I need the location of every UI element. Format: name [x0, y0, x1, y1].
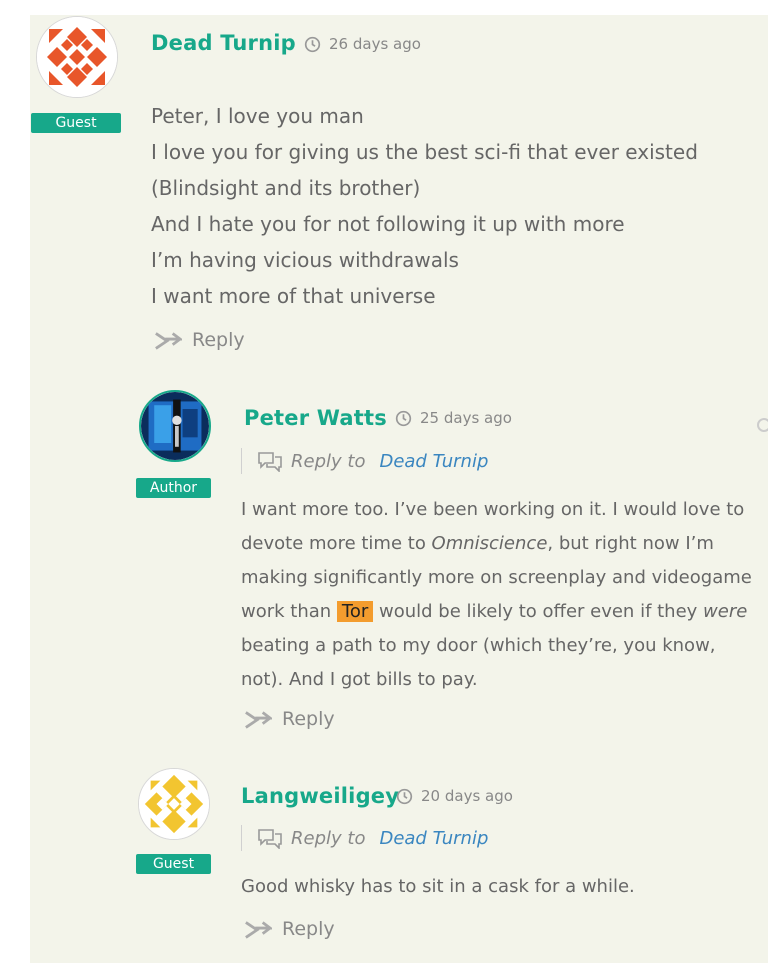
- comment-timestamp[interactable]: 20 days ago: [396, 787, 513, 805]
- text-span: devote more time to: [241, 533, 432, 554]
- chat-bubbles-icon: [258, 829, 282, 849]
- comment-line: (Blindsight and its brother): [151, 176, 421, 200]
- reply-button[interactable]: Reply: [154, 329, 245, 351]
- reply-to-label: Reply to: [291, 827, 366, 849]
- reply-arrow-icon: [155, 332, 182, 350]
- reply-label: Reply: [282, 708, 335, 730]
- link-icon[interactable]: [757, 418, 768, 432]
- comment-line: making significantly more on screenplay …: [241, 567, 752, 588]
- comment-line: I want more too. I’ve been working on it…: [241, 499, 745, 520]
- comment-body: Good whisky has to sit in a cask for a w…: [241, 870, 635, 904]
- comment-line: I’m having vicious withdrawals: [151, 248, 459, 272]
- italic-title: Omniscience: [431, 533, 548, 554]
- comment-line: not). And I got bills to pay.: [241, 669, 478, 690]
- reply-to-indicator: Reply to Dead Turnip: [241, 448, 488, 474]
- chat-bubbles-icon: [258, 452, 282, 472]
- avatar[interactable]: [36, 16, 118, 98]
- comment-timestamp[interactable]: 26 days ago: [304, 35, 421, 53]
- comment-body: Peter, I love you man I love you for giv…: [151, 98, 698, 314]
- comment-line: And I hate you for not following it up w…: [151, 212, 625, 236]
- reply-to-indicator: Reply to Dead Turnip: [241, 825, 488, 851]
- comment-author-name[interactable]: Langweiligey: [241, 784, 399, 808]
- comment-line: work than Tor would be likely to offer e…: [241, 595, 752, 629]
- highlighted-term: Tor: [336, 601, 374, 622]
- reply-arrow-icon: [245, 921, 272, 939]
- comment-line: I want more of that universe: [151, 284, 436, 308]
- reply-to-label: Reply to: [291, 450, 366, 472]
- reply-to-link[interactable]: Dead Turnip: [379, 828, 488, 849]
- reply-arrow-icon: [245, 711, 272, 729]
- comment-body: I want more too. I’ve been working on it…: [241, 493, 752, 697]
- reply-to-link[interactable]: Dead Turnip: [379, 451, 488, 472]
- timestamp-text: 26 days ago: [329, 35, 421, 53]
- clock-icon: [304, 36, 321, 52]
- timestamp-text: 20 days ago: [421, 787, 513, 805]
- reply-label: Reply: [192, 329, 245, 351]
- avatar[interactable]: [138, 768, 210, 840]
- comment-line: I love you for giving us the best sci-fi…: [151, 140, 698, 164]
- avatar[interactable]: [139, 390, 211, 462]
- comment-line: beating a path to my door (which they’re…: [241, 635, 716, 656]
- reply-label: Reply: [282, 918, 335, 940]
- reply-button[interactable]: Reply: [244, 918, 335, 940]
- text-span: would be likely to offer even if they: [373, 601, 704, 622]
- reply-button[interactable]: Reply: [244, 708, 335, 730]
- clock-icon: [395, 410, 412, 426]
- identicon-orange: [37, 17, 117, 97]
- comment-timestamp[interactable]: 25 days ago: [395, 409, 512, 427]
- author-photo: [141, 392, 209, 460]
- comment-line: Peter, I love you man: [151, 104, 364, 128]
- clock-icon: [396, 788, 413, 804]
- text-span: work than: [241, 601, 337, 622]
- user-role-badge: Guest: [31, 113, 121, 133]
- comment-author-name[interactable]: Peter Watts: [244, 406, 387, 430]
- identicon-yellow: [139, 769, 209, 839]
- user-role-badge: Author: [136, 478, 211, 498]
- timestamp-text: 25 days ago: [420, 409, 512, 427]
- comment-line: Good whisky has to sit in a cask for a w…: [241, 876, 635, 897]
- comment-line: devote more time to Omniscience, but rig…: [241, 527, 752, 561]
- comment-author-name[interactable]: Dead Turnip: [151, 31, 296, 55]
- text-span: , but right now I’m: [547, 533, 714, 554]
- italic-word: were: [703, 601, 748, 622]
- user-role-badge: Guest: [136, 854, 211, 874]
